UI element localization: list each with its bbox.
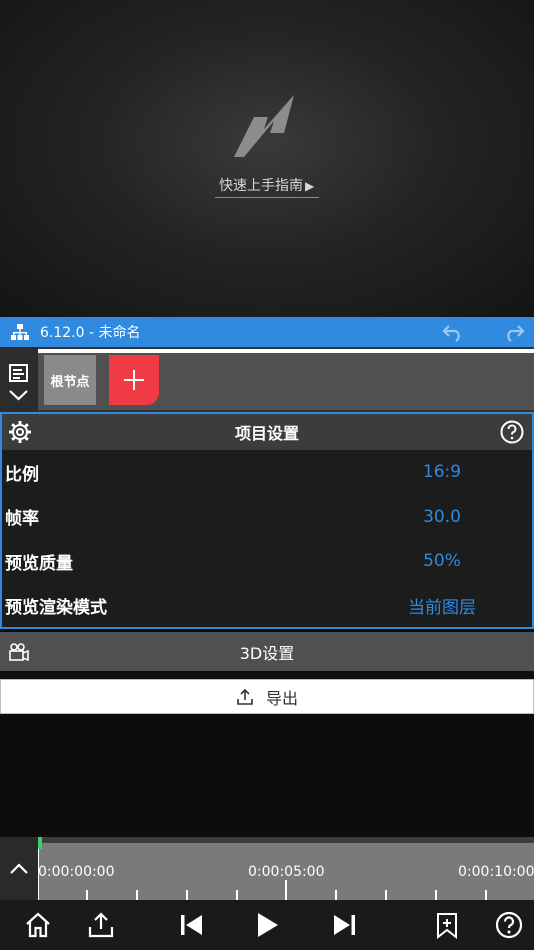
list-collapse-icon: [9, 364, 28, 401]
setting-label: 预览渲染模式: [5, 598, 107, 619]
home-icon[interactable]: [24, 911, 52, 939]
ruler-tick: [136, 890, 138, 900]
bookmark-icon[interactable]: [433, 911, 461, 939]
setting-value[interactable]: 50%: [392, 551, 492, 571]
plus-icon: [124, 370, 144, 390]
export-label: 导出: [265, 688, 298, 708]
3d-settings-label: 3D设置: [239, 643, 295, 663]
timeline[interactable]: 0:00:00:00 0:00:05:00 0:00:10:00: [0, 837, 534, 900]
play-icon[interactable]: [253, 911, 281, 939]
timeline-collapse-button[interactable]: [0, 837, 38, 900]
setting-value[interactable]: 30.0: [392, 507, 492, 527]
project-settings-title: 项目设置: [234, 424, 299, 443]
ruler-tick: [385, 890, 387, 900]
setting-row-aspect-ratio[interactable]: 比例 16:9: [2, 450, 532, 495]
help-icon[interactable]: [500, 420, 524, 444]
ruler-tick: [86, 890, 88, 900]
project-title: 6.12.0 - 未命名: [40, 325, 141, 341]
node-menu-toggle[interactable]: [0, 347, 38, 412]
share-icon[interactable]: [87, 911, 115, 939]
ruler-tick: [335, 890, 337, 900]
video-preview[interactable]: 快速上手指南 ▶: [0, 0, 534, 317]
play-triangle-icon: ▶: [305, 179, 315, 193]
ruler-tick: [186, 890, 188, 900]
camera-icon: [9, 643, 29, 662]
setting-row-preview-quality[interactable]: 预览质量 50%: [2, 539, 532, 584]
app-logo-icon: [234, 95, 294, 157]
setting-row-preview-render-mode[interactable]: 预览渲染模式 当前图层: [2, 584, 532, 629]
time-label: 0:00:05:00: [248, 864, 325, 880]
ruler-tick: [435, 890, 437, 900]
setting-label: 比例: [5, 464, 39, 485]
bottom-toolbar: [0, 900, 534, 950]
project-title-bar: 6.12.0 - 未命名: [0, 317, 534, 347]
root-node[interactable]: 根节点: [44, 355, 96, 405]
chevron-up-icon: [10, 863, 28, 874]
setting-value[interactable]: 16:9: [392, 462, 492, 482]
hierarchy-icon[interactable]: [10, 322, 30, 342]
upload-icon: [237, 688, 253, 705]
3d-settings-header[interactable]: 3D设置: [0, 632, 534, 671]
undo-icon[interactable]: [442, 322, 464, 342]
setting-row-frame-rate[interactable]: 帧率 30.0: [2, 495, 532, 540]
setting-value[interactable]: 当前图层: [392, 593, 492, 618]
export-button[interactable]: 导出: [0, 679, 534, 714]
help-icon[interactable]: [495, 911, 523, 939]
guide-label: 快速上手指南: [219, 178, 303, 194]
redo-icon[interactable]: [503, 322, 525, 342]
skip-forward-icon[interactable]: [330, 911, 358, 939]
gear-icon[interactable]: [8, 420, 32, 444]
time-label: 0:00:10:00: [458, 864, 534, 880]
setting-label: 预览质量: [5, 553, 73, 574]
ruler-tick: [485, 890, 487, 900]
quick-start-guide-link[interactable]: 快速上手指南 ▶: [215, 172, 319, 198]
project-settings-header: 项目设置: [2, 414, 532, 450]
skip-back-icon[interactable]: [178, 911, 206, 939]
time-label: 0:00:00:00: [38, 864, 115, 880]
setting-label: 帧率: [5, 509, 39, 530]
ruler-tick-major: [285, 880, 287, 900]
playhead-marker[interactable]: [38, 837, 42, 849]
project-settings-panel: 项目设置 比例 16:9 帧率 30.0 预览质量 50% 预览渲染模式 当前图…: [0, 412, 534, 629]
root-node-label: 根节点: [50, 374, 90, 390]
add-node-button[interactable]: [109, 355, 159, 405]
ruler-tick: [236, 890, 238, 900]
